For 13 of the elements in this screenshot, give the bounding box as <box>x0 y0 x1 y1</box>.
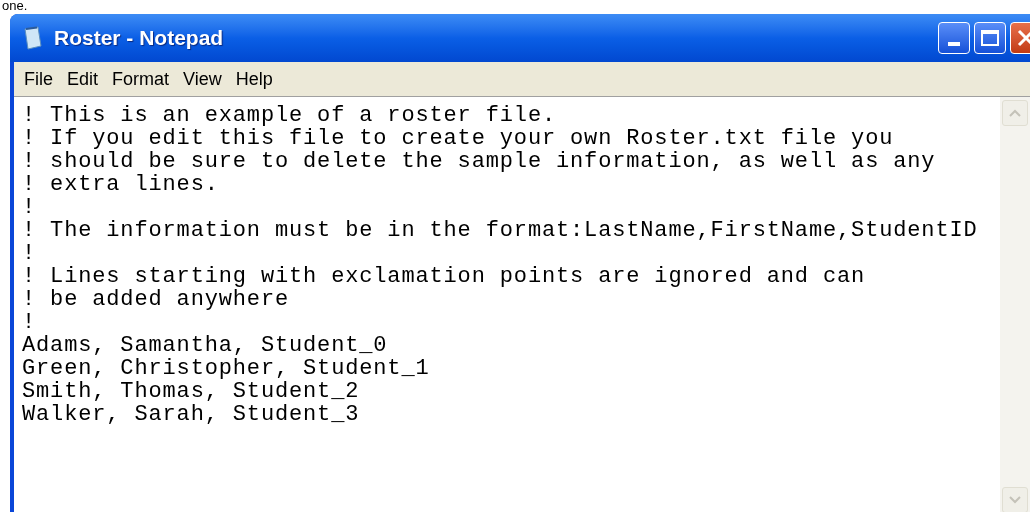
window-title: Roster - Notepad <box>54 25 224 52</box>
caret-up-icon <box>1009 109 1021 117</box>
menu-item[interactable]: View <box>183 65 222 93</box>
notepad-icon <box>22 26 44 50</box>
menu-item[interactable]: Format <box>112 65 170 93</box>
menu-item[interactable]: File <box>24 65 53 93</box>
menu-item[interactable]: Edit <box>67 65 99 93</box>
minimize-button[interactable] <box>938 22 970 54</box>
page-text: one. <box>2 0 28 13</box>
maximize-button[interactable] <box>974 22 1006 54</box>
menu-item[interactable]: Help <box>235 65 273 93</box>
close-icon <box>1017 29 1030 47</box>
caret-down-icon <box>1009 496 1021 504</box>
